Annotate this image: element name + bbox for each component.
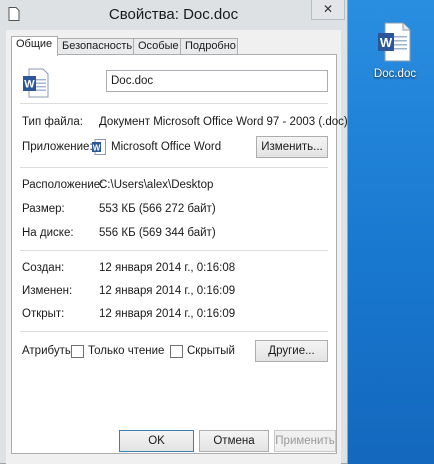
separator <box>20 331 328 332</box>
other-attributes-button[interactable]: Другие... <box>255 340 328 362</box>
size-value: 553 КБ (566 272 байт) <box>99 203 216 215</box>
tab-security[interactable]: Безопасность <box>57 38 134 55</box>
separator <box>20 250 328 251</box>
tab-general[interactable]: Общие <box>11 36 58 56</box>
word-document-icon: W <box>378 22 411 62</box>
properties-dialog: Свойства: Doc.doc ✕ Общие Безопасность О… <box>0 0 348 464</box>
window-title: Свойства: Doc.doc <box>108 6 239 23</box>
svg-text:W: W <box>380 35 393 50</box>
created-label: Создан: <box>22 262 65 274</box>
dialog-body: Общие Безопасность Особые Подробно W Doc… <box>6 30 348 464</box>
modified-label: Изменен: <box>22 285 73 297</box>
size-label: Размер: <box>22 203 65 215</box>
file-name-input[interactable]: Doc.doc <box>106 70 328 92</box>
separator <box>20 167 328 168</box>
readonly-checkbox[interactable] <box>71 345 84 358</box>
app-label: Приложение: <box>22 141 93 153</box>
location-label: Расположение: <box>22 179 104 191</box>
apply-button[interactable]: Применить <box>274 430 336 452</box>
modified-value: 12 января 2014 г., 0:16:09 <box>99 285 236 297</box>
location-value: C:\Users\alex\Desktop <box>99 179 214 191</box>
readonly-label[interactable]: Только чтение <box>88 345 164 357</box>
attributes-label: Атрибуты: <box>22 345 77 357</box>
close-button[interactable]: ✕ <box>311 0 345 20</box>
change-app-button[interactable]: Изменить... <box>256 136 328 158</box>
word-file-icon: W <box>23 68 49 98</box>
cancel-button[interactable]: Отмена <box>199 430 269 452</box>
svg-text:W: W <box>24 79 35 91</box>
disk-size-label: На диске: <box>22 227 74 239</box>
separator <box>20 103 328 104</box>
ok-button[interactable]: OK <box>119 430 194 452</box>
desktop-file-doc[interactable]: W Doc.doc <box>364 22 426 92</box>
svg-text:W: W <box>93 144 101 153</box>
file-type-label: Тип файла: <box>22 116 83 128</box>
tab-details[interactable]: Подробно <box>180 38 238 55</box>
created-value: 12 января 2014 г., 0:16:08 <box>99 262 236 274</box>
app-value: Microsoft Office Word <box>111 141 222 153</box>
file-type-value: Документ Microsoft Office Word 97 - 2003… <box>99 116 348 128</box>
hidden-checkbox[interactable] <box>170 345 183 358</box>
accessed-label: Открыт: <box>22 308 65 320</box>
hidden-label[interactable]: Скрытый <box>187 345 235 357</box>
accessed-value: 12 января 2014 г., 0:16:09 <box>99 308 236 320</box>
desktop-file-label: Doc.doc <box>373 68 417 80</box>
disk-size-value: 556 КБ (569 344 байт) <box>99 227 216 239</box>
title-bar[interactable]: Свойства: Doc.doc ✕ <box>0 0 347 30</box>
word-app-icon: W <box>92 139 106 155</box>
tab-custom[interactable]: Особые <box>133 38 181 55</box>
general-panel: W Doc.doc Тип файла: Документ Microsoft … <box>11 54 348 454</box>
